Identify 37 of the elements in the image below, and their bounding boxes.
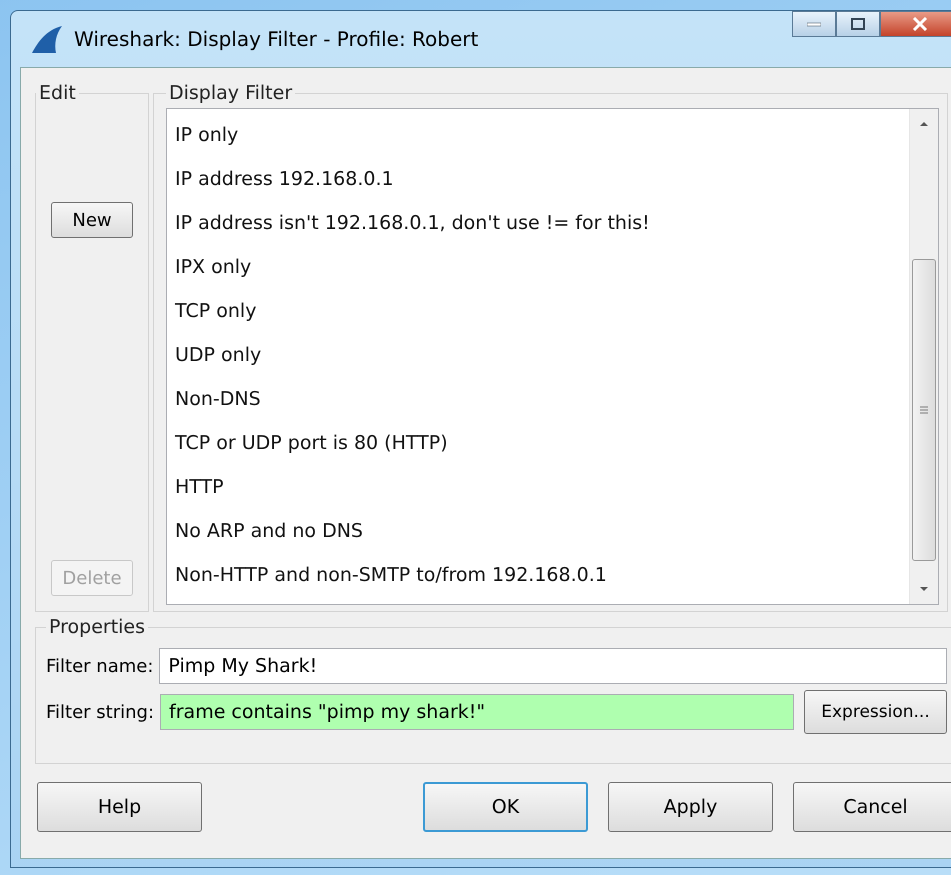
minimize-icon — [807, 21, 821, 27]
filter-string-field[interactable]: frame contains "pimp my shark!" — [160, 694, 794, 730]
scroll-up-icon — [919, 121, 929, 127]
dialog-button[interactable]: Apply — [608, 782, 773, 832]
shark-fin-icon — [30, 24, 64, 54]
maximize-icon — [851, 18, 865, 30]
group-title: Properties — [48, 616, 146, 638]
minimize-button[interactable] — [792, 11, 836, 37]
filter-list-item[interactable]: Non-DNS — [167, 377, 909, 421]
filter-list-item[interactable]: IPX only — [167, 245, 909, 289]
filter-list-item[interactable]: HTTP — [167, 465, 909, 509]
window-title: Wireshark: Display Filter - Profile: Robert — [74, 27, 478, 51]
filter-list-item[interactable]: IP address 192.168.0.1 — [167, 157, 909, 201]
maximize-button[interactable] — [836, 11, 880, 37]
filter-list-item[interactable]: TCP or UDP port is 80 (HTTP) — [167, 421, 909, 465]
filter-list-item[interactable]: UDP only — [167, 333, 909, 377]
dialog-button[interactable]: OK — [423, 782, 588, 832]
dialog-button[interactable]: Help — [37, 782, 202, 832]
filter-list-item[interactable]: IP address isn't 192.168.0.1, don't use != for this! — [167, 201, 909, 245]
filter-list-item[interactable]: IP only — [167, 113, 909, 157]
scrollbar-thumb[interactable] — [912, 259, 936, 561]
grip-icon — [920, 406, 928, 414]
field-label: Filter name: — [46, 656, 154, 676]
filter-name-field[interactable]: Pimp My Shark! — [159, 648, 947, 684]
expression-button[interactable]: Expression... — [804, 690, 947, 734]
close-icon — [912, 17, 928, 31]
dialog-button[interactable]: Cancel — [793, 782, 951, 832]
group-title: Edit — [38, 82, 77, 104]
close-button[interactable] — [880, 11, 951, 37]
scrollbar[interactable] — [909, 109, 938, 604]
scroll-down-icon — [919, 586, 929, 592]
group-title: Display Filter — [168, 82, 294, 104]
field-label: Filter string: — [46, 702, 154, 722]
filter-list-item[interactable]: No ARP and no DNS — [167, 509, 909, 553]
filter-list-item[interactable]: TCP only — [167, 289, 909, 333]
filter-list-item[interactable]: Non-HTTP and non-SMTP to/from 192.168.0.1 — [167, 553, 909, 597]
edit-button[interactable]: New — [51, 202, 133, 238]
